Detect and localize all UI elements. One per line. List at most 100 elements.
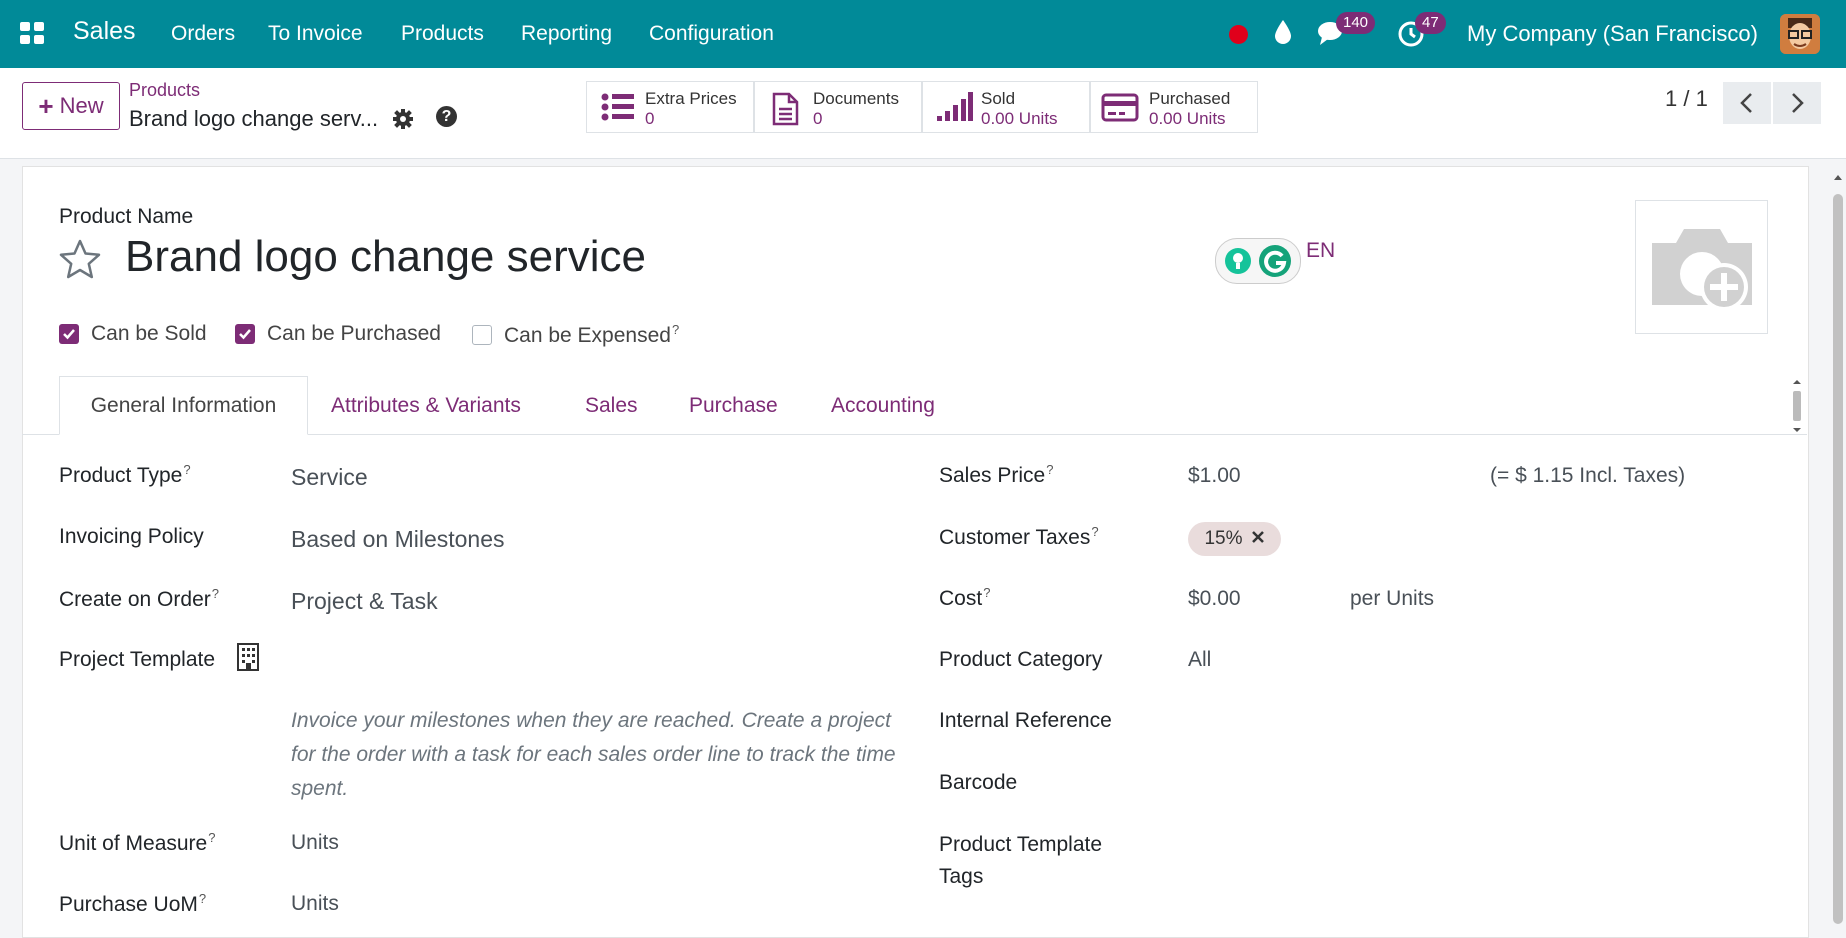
tab-sales[interactable]: Sales <box>585 376 638 435</box>
menu-configuration[interactable]: Configuration <box>649 22 774 46</box>
tab-accounting[interactable]: Accounting <box>831 376 935 435</box>
building-icon[interactable] <box>236 642 260 677</box>
chevron-left-icon <box>1740 93 1752 113</box>
can-be-purchased-checkbox[interactable]: Can be Purchased <box>235 322 441 346</box>
remove-tag-icon[interactable] <box>1251 528 1265 550</box>
tab-purchase[interactable]: Purchase <box>689 376 778 435</box>
checkbox-checked[interactable] <box>59 324 79 344</box>
tax-tag-label: 15% <box>1204 528 1243 549</box>
user-avatar[interactable] <box>1780 14 1820 54</box>
smart-button-value: 0.00 Units <box>1149 109 1226 128</box>
price-incl-taxes: (= $ 1.15 Incl. Taxes) <box>1490 464 1686 487</box>
gear-icon[interactable] <box>392 108 414 135</box>
smart-button-extra-prices[interactable]: Extra Prices 0 <box>586 81 754 133</box>
help-tooltip[interactable]: ? <box>1091 524 1098 539</box>
barcode-label: Barcode <box>939 771 1018 794</box>
star-icon[interactable] <box>58 238 102 285</box>
checkbox-label: Can be Expensed? <box>504 322 680 347</box>
product-template-tags-label: Product Template Tags <box>939 833 1103 888</box>
language-indicator[interactable]: EN <box>1306 239 1335 263</box>
camera-plus-icon <box>1652 229 1752 311</box>
smart-button-title: Purchased <box>1149 89 1231 108</box>
cost-unit: per Units <box>1350 587 1435 610</box>
menu-to-invoice[interactable]: To Invoice <box>268 22 363 46</box>
breadcrumb-current: Brand logo change serv... <box>129 106 379 131</box>
page-scrollbar[interactable] <box>1830 166 1846 931</box>
help-icon[interactable]: ? <box>436 106 457 127</box>
bar-chart-icon <box>937 92 973 127</box>
pager-next-button[interactable] <box>1773 82 1821 124</box>
activities-badge: 47 <box>1415 12 1446 34</box>
cost-label: Cost? <box>939 585 991 610</box>
internal-reference-label: Internal Reference <box>939 709 1112 732</box>
checkbox-checked[interactable] <box>235 324 255 344</box>
product-category-select[interactable]: All <box>1188 648 1211 672</box>
grammarly-widget[interactable] <box>1215 238 1301 284</box>
company-switcher[interactable]: My Company (San Francisco) <box>1467 21 1758 47</box>
scrollbar-thumb[interactable] <box>1833 194 1843 924</box>
uom-select[interactable]: Units <box>291 831 339 855</box>
pager-previous-button[interactable] <box>1723 82 1771 124</box>
product-image-upload[interactable] <box>1635 200 1768 334</box>
chevron-right-icon <box>1792 93 1804 113</box>
app-brand[interactable]: Sales <box>73 17 136 46</box>
uom-label: Unit of Measure? <box>59 830 216 855</box>
invoicing-description: Invoice your milestones when they are re… <box>291 709 896 800</box>
checkbox-label: Can be Sold <box>91 322 207 345</box>
help-tooltip[interactable]: ? <box>199 891 206 906</box>
can-be-sold-checkbox[interactable]: Can be Sold <box>59 322 207 346</box>
help-tooltip[interactable]: ? <box>212 586 219 601</box>
tab-general-information[interactable]: General Information <box>59 376 308 435</box>
menu-orders[interactable]: Orders <box>171 22 235 46</box>
smart-button-value: 0 <box>813 109 823 128</box>
help-tooltip[interactable]: ? <box>1046 462 1053 477</box>
smart-button-title: Documents <box>813 89 899 108</box>
smart-button-title: Extra Prices <box>645 89 737 108</box>
breadcrumb-parent[interactable]: Products <box>129 80 200 101</box>
control-panel: + New Products Brand logo change serv...… <box>0 68 1846 159</box>
new-button[interactable]: + New <box>22 82 120 130</box>
invoicing-policy-label: Invoicing Policy <box>59 525 204 548</box>
messages-badge: 140 <box>1336 12 1376 34</box>
document-icon <box>771 92 799 131</box>
top-navbar: Sales Orders To Invoice Products Reporti… <box>0 0 1846 68</box>
create-on-order-label: Create on Order? <box>59 586 219 611</box>
product-name-input[interactable]: Brand logo change service <box>125 232 646 282</box>
menu-products[interactable]: Products <box>401 22 484 46</box>
checkbox-unchecked[interactable] <box>472 325 492 345</box>
record-icon[interactable] <box>1229 25 1248 44</box>
plus-icon: + <box>38 91 54 121</box>
help-tooltip[interactable]: ? <box>672 322 679 337</box>
product-type-label: Product Type? <box>59 462 191 487</box>
smart-button-documents[interactable]: Documents 0 <box>754 81 922 133</box>
help-tooltip[interactable]: ? <box>208 830 215 845</box>
purchase-uom-label: Purchase UoM? <box>59 891 207 916</box>
customer-tax-tag[interactable]: 15% <box>1188 522 1281 556</box>
help-tooltip[interactable]: ? <box>983 585 990 600</box>
app-menu-icon[interactable] <box>20 22 46 46</box>
tab-attributes-variants[interactable]: Attributes & Variants <box>331 376 521 435</box>
cost-input[interactable]: $0.00 <box>1188 587 1241 611</box>
product-type-select[interactable]: Service <box>291 464 368 491</box>
sales-price-input[interactable]: $1.00 <box>1188 464 1241 488</box>
customer-taxes-label: Customer Taxes? <box>939 524 1099 549</box>
list-icon <box>601 92 635 127</box>
help-tooltip[interactable]: ? <box>183 462 190 477</box>
purchase-uom-select[interactable]: Units <box>291 892 339 916</box>
new-button-label: New <box>59 93 104 118</box>
credit-card-icon <box>1101 92 1139 127</box>
pager-value[interactable]: 1 / 1 <box>1665 86 1708 112</box>
can-be-expensed-checkbox[interactable]: Can be Expensed? <box>472 322 679 348</box>
droplet-icon[interactable] <box>1273 18 1293 51</box>
tabs-scrollbar[interactable] <box>1791 378 1803 434</box>
checkbox-label: Can be Purchased <box>267 322 441 345</box>
menu-reporting[interactable]: Reporting <box>521 22 612 46</box>
create-on-order-select[interactable]: Project & Task <box>291 588 438 615</box>
project-template-label: Project Template <box>59 648 216 671</box>
invoicing-policy-select[interactable]: Based on Milestones <box>291 526 505 553</box>
sales-price-label: Sales Price? <box>939 462 1054 487</box>
smart-button-purchased[interactable]: Purchased 0.00 Units <box>1090 81 1258 133</box>
product-category-label: Product Category <box>939 648 1103 671</box>
smart-button-value: 0 <box>645 109 655 128</box>
smart-button-sold[interactable]: Sold 0.00 Units <box>922 81 1090 133</box>
